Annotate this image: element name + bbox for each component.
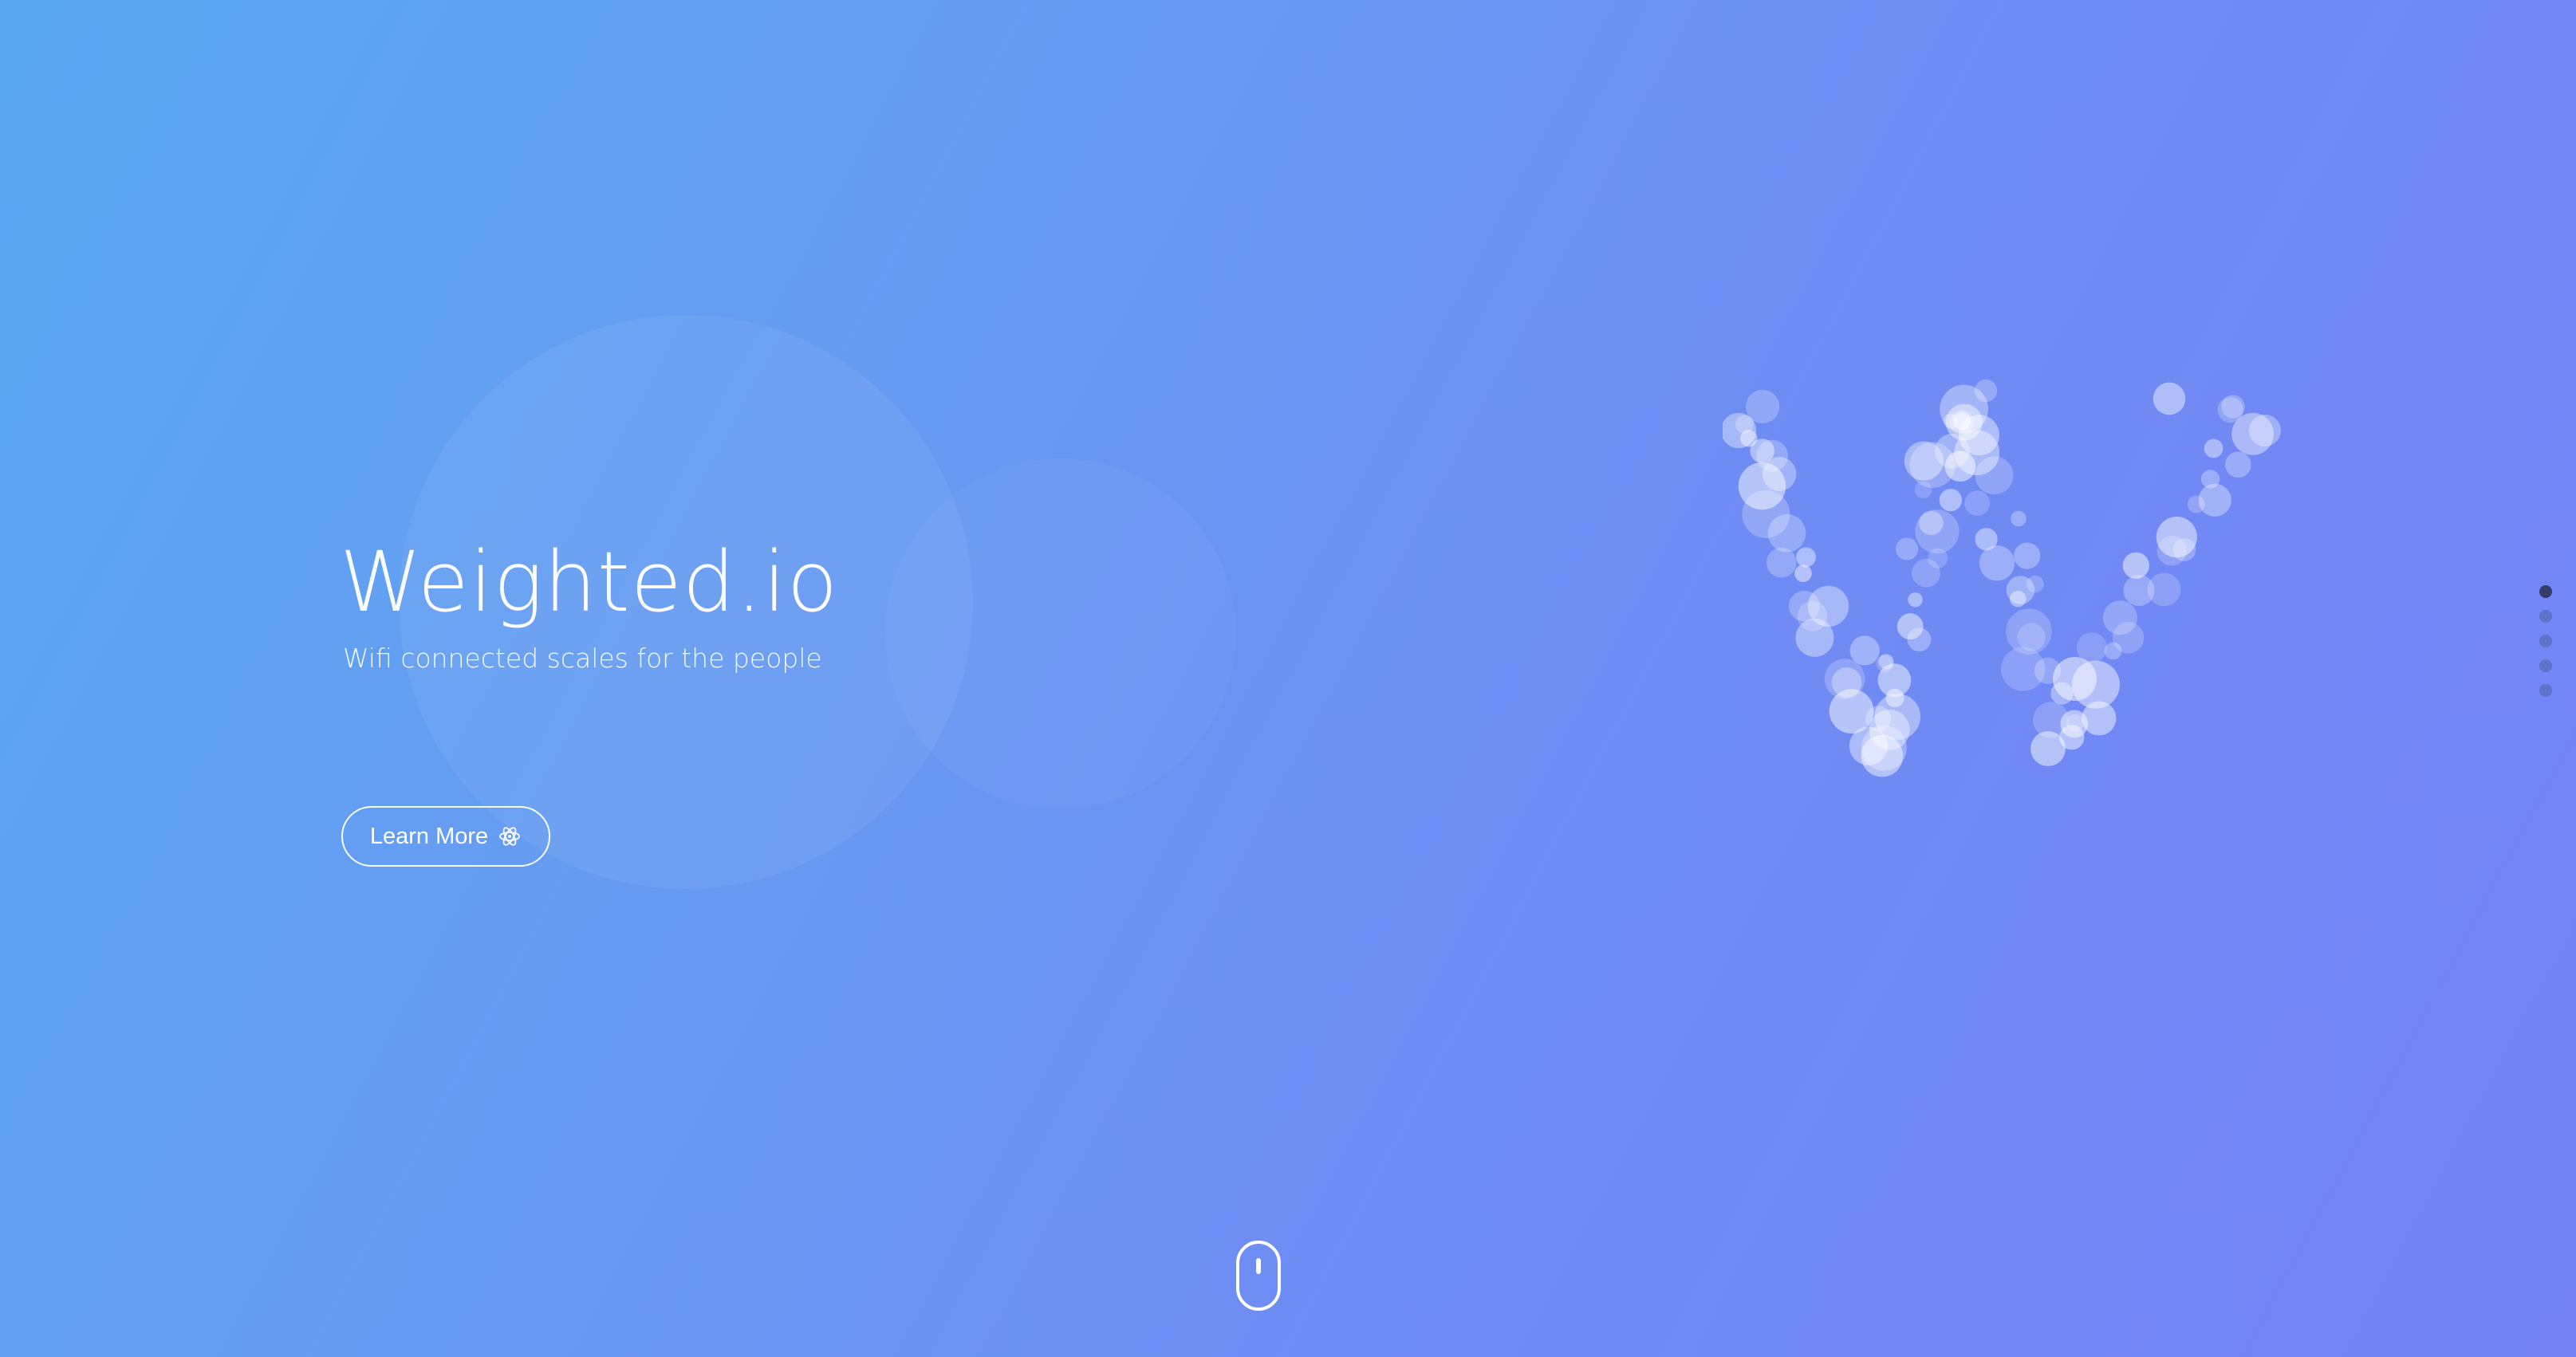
logo-bubble [1912, 558, 1940, 588]
logo-bubble [2123, 574, 2155, 607]
logo-bubble [2122, 552, 2149, 579]
pagination-dot[interactable] [2539, 684, 2552, 697]
pagination-dot[interactable] [2539, 585, 2552, 598]
logo-bubble [2059, 725, 2085, 750]
hero-section: Weighted.io Wifi connected scales for th… [0, 0, 2576, 1357]
logo-bubble [2017, 623, 2046, 651]
logo-bubble [2249, 415, 2281, 446]
logo-bubble [1829, 689, 1874, 734]
logo-bubble [1949, 410, 1975, 435]
hero-text: Weighted.io Wifi connected scales for th… [340, 533, 1297, 676]
logo-bubble [1908, 592, 1923, 608]
logo-bubble [1944, 450, 1976, 482]
mouse-scroll-icon[interactable] [1236, 1241, 1281, 1311]
section-pagination [2536, 585, 2555, 697]
logo-bubble [1975, 456, 2014, 495]
logo-bubble [1849, 635, 1880, 666]
logo-bubble [2014, 542, 2041, 569]
learn-more-button[interactable]: Learn More [341, 806, 550, 867]
pagination-dot[interactable] [2539, 659, 2552, 672]
logo-bubble [1919, 510, 1944, 536]
logo-bubble [1907, 627, 1932, 652]
logo-bubble [2011, 510, 2027, 527]
logo-bubble [2187, 495, 2205, 513]
logo-bubble [1895, 537, 1919, 560]
logo-bubble [2104, 642, 2122, 660]
logo-bubble [1795, 618, 1834, 657]
logo-bubble [1974, 379, 1998, 403]
bubble-w-logo [1723, 379, 2281, 777]
logo-bubble [2221, 395, 2245, 419]
logo-bubble [1964, 490, 1991, 516]
logo-bubble [2172, 538, 2196, 561]
logo-bubble [1904, 441, 1944, 481]
logo-bubble [2153, 382, 2186, 415]
logo-bubble [2082, 701, 2117, 736]
learn-more-label: Learn More [369, 823, 489, 849]
logo-bubble [1861, 734, 1904, 777]
pagination-dot[interactable] [2539, 635, 2552, 647]
logo-bubble [2053, 657, 2097, 701]
logo-bubble [1939, 489, 1962, 512]
scroll-wheel [1256, 1258, 1261, 1274]
logo-bubble [1979, 545, 2015, 581]
logo-bubble [1914, 481, 1932, 499]
logo-bubble [2204, 439, 2223, 458]
logo-bubble [1767, 513, 1806, 553]
page-title: Weighted.io [340, 533, 839, 631]
logo-bubble [1796, 547, 1816, 568]
atom-icon [498, 824, 522, 848]
page-subtitle: Wifi connected scales for the people [343, 643, 822, 674]
logo-bubble [2010, 590, 2027, 608]
logo-bubble [2225, 451, 2251, 478]
pagination-dot[interactable] [2539, 610, 2552, 623]
logo-bubble [1766, 547, 1797, 578]
logo-bubble [1794, 564, 1812, 582]
